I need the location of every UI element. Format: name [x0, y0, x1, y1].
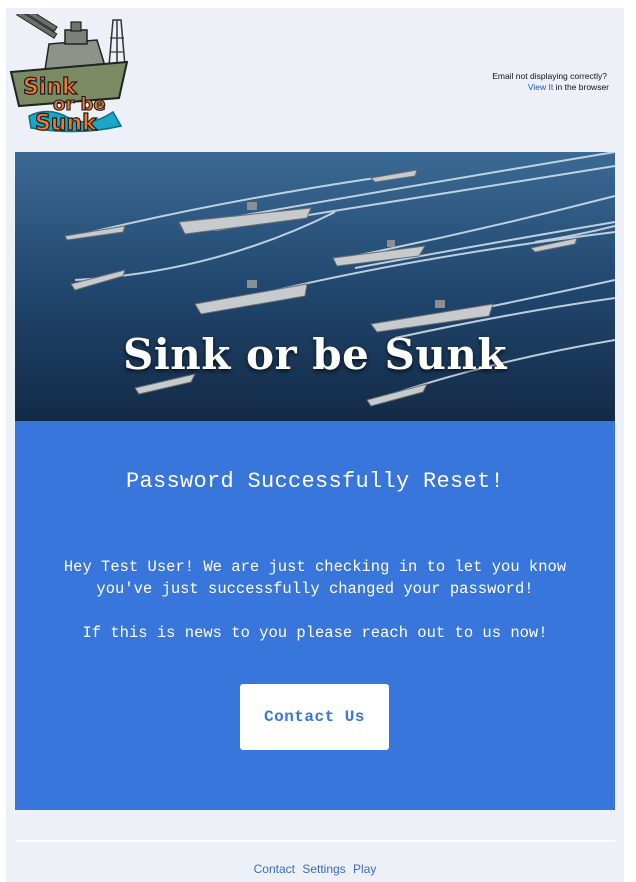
- view-online-prefix: Email not displaying correctly?: [492, 71, 607, 81]
- message-panel: Password Successfully Reset! Hey Test Us…: [15, 421, 615, 810]
- footer-link-settings[interactable]: Settings: [302, 862, 345, 876]
- hero-banner: Sink or be Sunk: [15, 152, 615, 421]
- contact-us-button[interactable]: Contact Us: [240, 684, 389, 750]
- hero-title: Sink or be Sunk: [122, 330, 508, 379]
- view-in-browser-link[interactable]: View It: [528, 82, 553, 92]
- footer-divider: [15, 840, 615, 842]
- footer-link-play[interactable]: Play: [353, 862, 376, 876]
- message-heading: Password Successfully Reset!: [125, 469, 505, 494]
- svg-text:Sunk: Sunk: [35, 111, 98, 134]
- view-online-suffix: in the browser: [555, 82, 609, 92]
- message-body: Hey Test User! We are just checking in t…: [63, 558, 567, 598]
- view-in-browser-notice: Email not displaying correctly? View It …: [369, 71, 609, 93]
- email-header: Sink or be Sunk Email not displaying cor…: [9, 14, 609, 134]
- sink-or-be-sunk-logo[interactable]: Sink or be Sunk: [9, 14, 131, 134]
- fleet-image: [15, 152, 615, 421]
- battleship-logo-icon: Sink or be Sunk: [9, 14, 129, 134]
- footer-link-contact[interactable]: Contact: [254, 862, 295, 876]
- message-warning: If this is news to you please reach out …: [82, 624, 548, 642]
- footer-links: Contact Settings Play: [15, 862, 615, 876]
